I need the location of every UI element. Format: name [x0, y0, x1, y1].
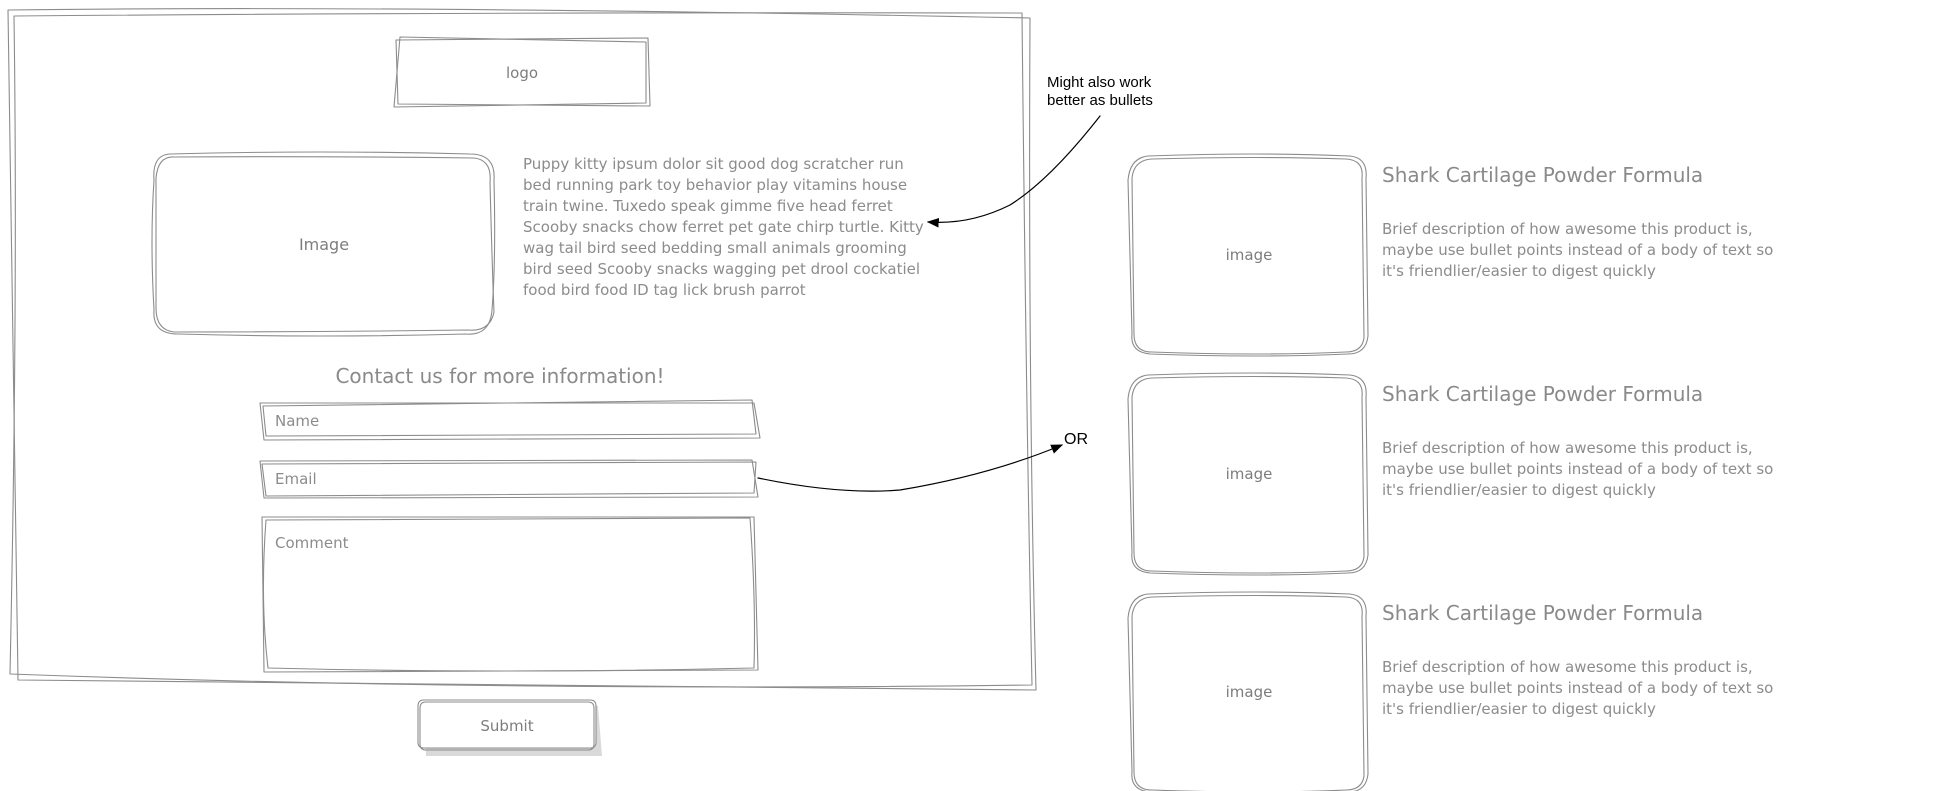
product-image-placeholder: image [1132, 595, 1366, 789]
logo-placeholder: logo [396, 40, 648, 106]
contact-heading: Contact us for more information! [335, 364, 665, 388]
product-title: Shark Cartilage Powder Formula [1382, 601, 1704, 625]
bullets-note-line2: better as bullets [1047, 92, 1153, 109]
product-card: image Shark Cartilage Powder Formula Bri… [1130, 374, 1790, 574]
submit-label: Submit [480, 717, 534, 735]
product-description: Brief description of how awesome this pr… [1382, 658, 1774, 718]
hero-image-label: Image [298, 234, 350, 254]
product-image-label: image [1225, 246, 1273, 264]
logo-label: logo [505, 64, 539, 82]
product-image-placeholder: image [1132, 157, 1366, 353]
or-note: OR [1064, 431, 1088, 448]
comment-placeholder: Comment [275, 534, 349, 552]
product-image-placeholder: image [1132, 376, 1366, 572]
product-description: Brief description of how awesome this pr… [1382, 439, 1774, 499]
product-image-label: image [1225, 683, 1273, 701]
product-title: Shark Cartilage Powder Formula [1382, 382, 1704, 406]
bullets-note-line1: Might also work [1047, 74, 1152, 91]
product-description: Brief description of how awesome this pr… [1382, 220, 1774, 280]
product-card: image Shark Cartilage Powder Formula Bri… [1130, 593, 1790, 791]
name-field[interactable]: Name [262, 404, 756, 438]
product-title: Shark Cartilage Powder Formula [1382, 163, 1704, 187]
bullets-note: Might also work better as bullets [1047, 74, 1197, 110]
intro-paragraph: Puppy kitty ipsum dolor sit good dog scr… [523, 155, 924, 299]
email-field[interactable]: Email [262, 462, 756, 496]
comment-field[interactable]: Comment [264, 519, 754, 669]
product-image-label: image [1225, 465, 1273, 483]
submit-button[interactable]: Submit [420, 702, 594, 750]
product-card: image Shark Cartilage Powder Formula Bri… [1130, 155, 1790, 355]
hero-image-placeholder: Image [154, 154, 494, 334]
email-placeholder: Email [275, 470, 317, 488]
name-placeholder: Name [275, 412, 320, 430]
